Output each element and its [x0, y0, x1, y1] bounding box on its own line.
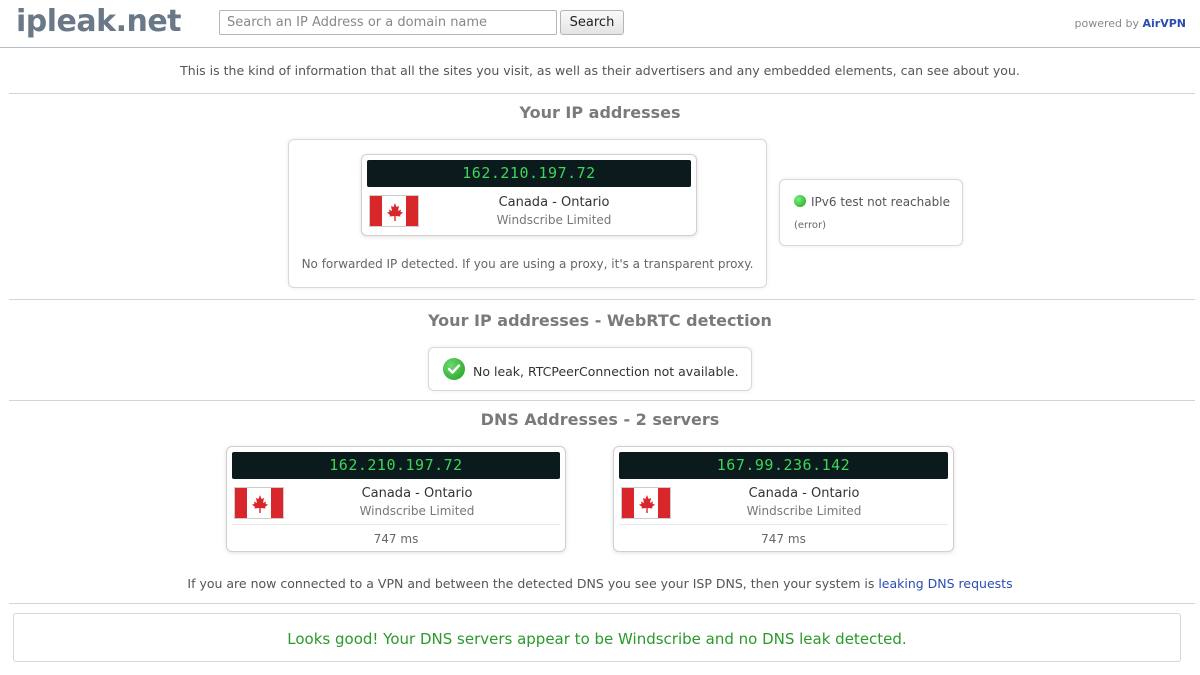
- canada-flag-icon: [234, 487, 284, 519]
- dns-location: Canada - Ontario: [748, 486, 860, 501]
- canada-flag-icon: [621, 487, 671, 519]
- divider: [9, 400, 1195, 401]
- webrtc-status: No leak, RTCPeerConnection not available…: [473, 364, 739, 379]
- ipv6-status: IPv6 test not reachable: [811, 195, 950, 209]
- webrtc-panel: No leak, RTCPeerConnection not available…: [428, 347, 752, 391]
- leaking-dns-link[interactable]: leaking DNS requests: [878, 576, 1012, 591]
- ip-panel: 162.210.197.72 Canada - Ontario Windscri…: [288, 139, 767, 288]
- ip-location: Canada - Ontario: [498, 195, 610, 210]
- status-dot-icon: [794, 195, 806, 207]
- header: ipleak.net Search powered by AirVPN: [0, 0, 1200, 48]
- dns-result-panel: Looks good! Your DNS servers appear to b…: [13, 613, 1181, 662]
- search-input[interactable]: [219, 10, 557, 35]
- ip-section-title: Your IP addresses: [519, 103, 681, 122]
- dns-latency: 747 ms: [373, 532, 419, 546]
- dns-leak-note: If you are now connected to a VPN and be…: [0, 576, 1200, 591]
- intro-text: This is the kind of information that all…: [180, 63, 1020, 78]
- dns-location: Canada - Ontario: [361, 486, 473, 501]
- ip-card: 162.210.197.72 Canada - Ontario Windscri…: [361, 154, 697, 236]
- search-button[interactable]: Search: [560, 10, 624, 35]
- divider: [9, 93, 1195, 94]
- dns-ip: 167.99.236.142: [619, 452, 948, 479]
- check-icon: [443, 358, 465, 380]
- ip-address: 162.210.197.72: [367, 160, 691, 187]
- dns-latency: 747 ms: [761, 532, 806, 546]
- dns-ip: 162.210.197.72: [232, 452, 560, 479]
- dns-card: 167.99.236.142 Canada - Ontario Windscri…: [613, 446, 954, 552]
- site-logo[interactable]: ipleak.net: [16, 4, 182, 39]
- row-divider: [232, 524, 560, 525]
- dns-section-title: DNS Addresses - 2 servers: [480, 410, 720, 429]
- ip-isp: Windscribe Limited: [496, 213, 612, 227]
- dns-isp: Windscribe Limited: [746, 504, 862, 518]
- dns-leak-note-text: If you are now connected to a VPN and be…: [187, 576, 879, 591]
- divider: [9, 603, 1195, 604]
- powered-by-label: powered by: [1074, 17, 1143, 30]
- forwarded-ip-note: No forwarded IP detected. If you are usi…: [301, 257, 754, 271]
- divider: [9, 299, 1195, 300]
- row-divider: [619, 524, 948, 525]
- webrtc-section-title: Your IP addresses - WebRTC detection: [428, 311, 772, 330]
- ipv6-panel: IPv6 test not reachable (error): [779, 179, 963, 246]
- ipv6-error: (error): [794, 220, 827, 231]
- dns-result-message: Looks good! Your DNS servers appear to b…: [287, 630, 907, 648]
- airvpn-link[interactable]: AirVPN: [1143, 17, 1187, 30]
- canada-flag-icon: [369, 195, 419, 227]
- dns-isp: Windscribe Limited: [359, 504, 475, 518]
- dns-card: 162.210.197.72 Canada - Ontario Windscri…: [226, 446, 566, 552]
- powered-by: powered by AirVPN: [1075, 17, 1187, 30]
